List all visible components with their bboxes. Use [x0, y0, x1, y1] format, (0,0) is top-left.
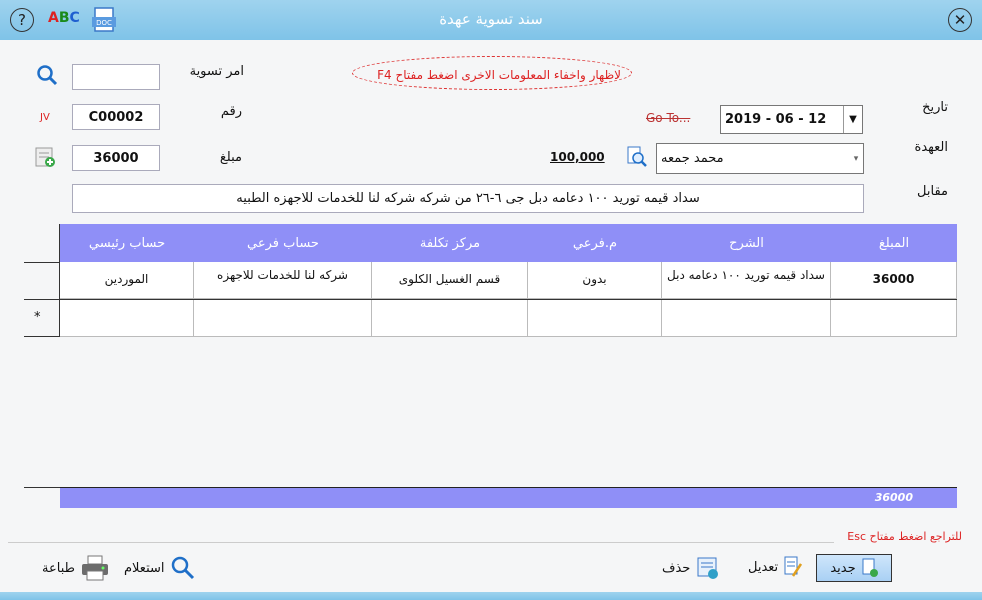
custody-value: محمد جمعه [661, 151, 724, 166]
goto-link[interactable]: Go To... [646, 111, 690, 125]
date-label: تاريخ [922, 100, 948, 115]
new-row-cell[interactable] [831, 300, 957, 337]
col-main-account[interactable]: حساب رئيسي [60, 224, 194, 262]
new-row-cell[interactable] [60, 300, 194, 337]
against-label: مقابل [917, 184, 948, 199]
date-value: 2019 - 06 - 12 [725, 112, 827, 127]
chevron-down-icon[interactable]: ▾ [847, 144, 865, 173]
edit-button[interactable]: تعديل [748, 556, 803, 578]
cell-amount[interactable]: 36000 [831, 262, 957, 299]
number-input[interactable]: C00002 [72, 104, 160, 130]
col-sub-cost[interactable]: م.فرعي [528, 224, 662, 262]
bottom-bar [0, 592, 982, 600]
date-picker[interactable]: 2019 - 06 - 12 ▼ [720, 105, 863, 134]
esc-hint: للتراجع اضغط مفتاح Esc [847, 530, 962, 543]
cell-main-account[interactable]: الموردين [60, 262, 194, 299]
f4-hint: لاظهار واخفاء المعلومات الاخرى اضغط مفتا… [352, 56, 632, 90]
close-icon[interactable]: ✕ [948, 8, 972, 32]
delete-button-label: حذف [662, 560, 691, 576]
col-cost-center[interactable]: مركز تكلفة [372, 224, 528, 262]
spellcheck-icon[interactable]: ABC [48, 10, 80, 26]
f4-hint-text: لاظهار واخفاء المعلومات الاخرى اضغط مفتا… [377, 68, 621, 82]
cell-sub-account[interactable]: شركه لنا للخدمات للاجهزه [194, 262, 372, 299]
new-row-cell[interactable] [528, 300, 662, 337]
grid-total: 36000 [874, 491, 913, 504]
against-input[interactable]: سداد قيمه توريد ١٠٠ دعامه دبل جى ٦-٢٦ من… [72, 184, 864, 213]
cell-sub-cost[interactable]: بدون [528, 262, 662, 299]
col-amount[interactable]: المبلغ [831, 224, 957, 262]
new-row-cell[interactable] [662, 300, 831, 337]
chevron-down-icon[interactable]: ▼ [843, 106, 862, 133]
settlement-order-label: امر تسوية [189, 64, 244, 79]
doc-label: DOC [96, 19, 112, 27]
custody-balance: 100,000 [550, 150, 605, 164]
search-icon [171, 556, 194, 580]
custody-select[interactable]: محمد جمعه ▾ [656, 143, 864, 174]
print-button-label: طباعة [42, 560, 75, 576]
cell-description[interactable]: سداد قيمه توريد ١٠٠ دعامه دبل [662, 262, 831, 299]
query-button-label: استعلام [124, 560, 165, 576]
jv-tag: JV [40, 112, 50, 123]
delete-button[interactable]: حذف [662, 556, 720, 580]
col-description[interactable]: الشرح [662, 224, 831, 262]
doc-export-icon[interactable]: DOC [90, 6, 118, 34]
amount-label: مبلغ [219, 150, 242, 165]
settlement-order-input[interactable] [72, 64, 160, 90]
new-button-label: جديد [830, 560, 856, 576]
help-icon[interactable]: ? [10, 8, 34, 32]
spell-c: C [69, 10, 80, 26]
new-doc-icon [862, 558, 878, 577]
edit-icon [784, 556, 803, 577]
spell-a: A [48, 10, 59, 26]
spell-b: B [58, 10, 70, 26]
search-icon[interactable] [36, 64, 58, 86]
edit-button-label: تعديل [748, 559, 779, 575]
query-button[interactable]: استعلام [124, 556, 195, 580]
cell-cost-center[interactable]: قسم الغسيل الكلوى [372, 262, 528, 299]
new-row-marker: * [34, 310, 41, 325]
new-row-cell[interactable] [372, 300, 528, 337]
amount-input[interactable]: 36000 [72, 145, 160, 171]
delete-icon [697, 557, 719, 579]
custody-label: العهدة [914, 140, 948, 155]
printer-icon [81, 555, 108, 581]
lookup-icon[interactable] [626, 146, 648, 168]
title-bar: سند تسوية عهدة ? ABC DOC ✕ [0, 0, 982, 40]
print-button[interactable]: طباعة [42, 555, 109, 581]
new-button[interactable]: جديد [816, 554, 892, 582]
window-title: سند تسوية عهدة [439, 10, 543, 28]
add-document-icon[interactable] [34, 146, 56, 168]
col-sub-account[interactable]: حساب فرعي [194, 224, 372, 262]
grid-total-bar: 36000 [60, 487, 957, 508]
new-row-cell[interactable] [194, 300, 372, 337]
number-label: رقم [220, 104, 242, 119]
